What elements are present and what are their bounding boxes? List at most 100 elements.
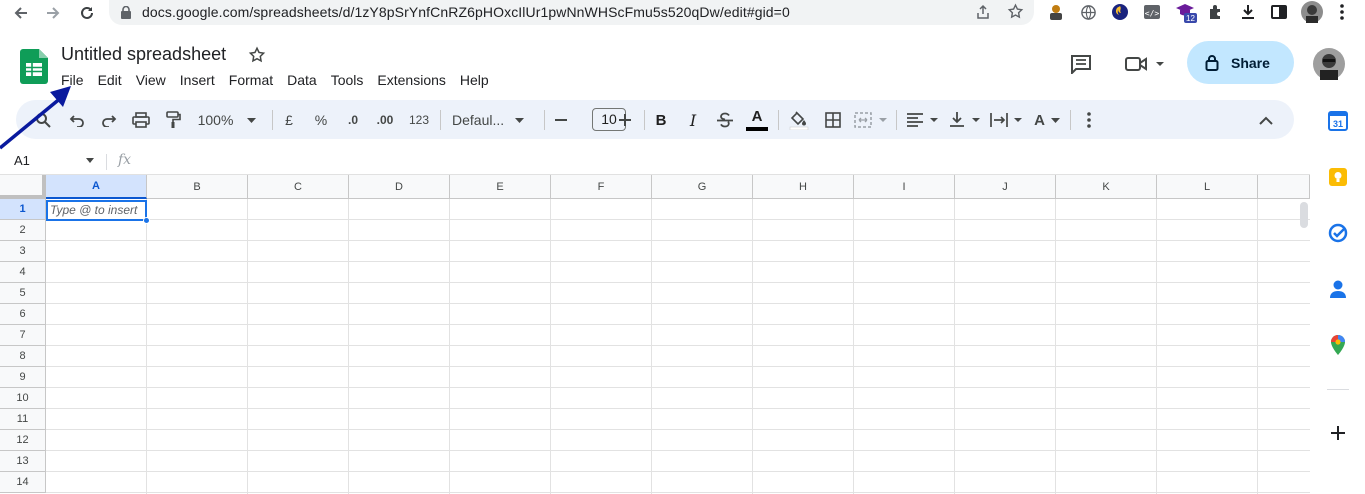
increase-font-size-icon[interactable] [616,109,634,131]
format-currency-button[interactable]: £ [278,109,300,131]
row-header-2[interactable]: 2 [0,220,46,241]
text-wrapping-icon[interactable] [990,109,1024,131]
decrease-font-size-icon[interactable] [552,109,570,131]
menu-view[interactable]: View [129,70,173,92]
row-header-1[interactable]: 1 [0,199,46,220]
forward-icon[interactable] [42,2,64,24]
calendar-icon[interactable]: 31 [1327,110,1349,132]
side-panel-icon[interactable] [1269,2,1289,22]
row-header-8[interactable]: 8 [0,346,46,367]
paint-format-icon[interactable] [162,109,184,131]
account-avatar[interactable] [1313,48,1345,85]
column-header-j[interactable]: J [955,175,1056,199]
keep-icon[interactable] [1327,166,1349,188]
increase-decimal-button[interactable]: .00 [372,109,398,131]
maps-icon[interactable] [1327,334,1349,356]
more-formats-button[interactable]: 123 [406,109,432,131]
column-header-l[interactable]: L [1157,175,1258,199]
font-family-select[interactable]: Defaul... [452,109,532,131]
column-header-h[interactable]: H [753,175,854,199]
reload-icon[interactable] [76,2,98,24]
cell-area[interactable] [46,199,1310,494]
back-icon[interactable] [10,2,32,24]
bold-button[interactable]: B [650,109,672,131]
contacts-icon[interactable] [1327,278,1349,300]
chevron-down-icon[interactable] [86,158,94,163]
column-header-f[interactable]: F [551,175,652,199]
address-bar[interactable]: docs.google.com/spreadsheets/d/1zY8pSrYn… [109,0,1034,25]
column-header-b[interactable]: B [147,175,248,199]
formula-input[interactable] [140,148,1300,174]
graduation-cap-icon[interactable]: 12 [1174,2,1198,23]
puzzle-piece-icon[interactable] [1206,2,1226,22]
row-header-9[interactable]: 9 [0,367,46,388]
menu-format[interactable]: Format [222,70,280,92]
row-header-3[interactable]: 3 [0,241,46,262]
fill-handle[interactable] [143,217,150,224]
profile-avatar[interactable] [1301,1,1323,23]
search-menus-icon[interactable] [32,109,54,131]
format-percent-button[interactable]: % [310,109,332,131]
download-icon[interactable] [1238,2,1258,22]
strikethrough-icon[interactable] [714,109,736,131]
menu-file[interactable]: File [54,70,91,92]
row-header-5[interactable]: 5 [0,283,46,304]
fill-color-icon[interactable] [788,109,810,131]
meet-video-icon[interactable] [1124,55,1166,78]
row-header-7[interactable]: 7 [0,325,46,346]
merge-cells-icon[interactable] [854,109,888,131]
text-color-button[interactable]: A [746,109,768,131]
column-header-d[interactable]: D [349,175,450,199]
menu-data[interactable]: Data [280,70,324,92]
browser-menu-icon[interactable] [1332,2,1352,22]
column-header-e[interactable]: E [450,175,551,199]
share-button[interactable]: Share [1187,41,1294,84]
menu-extensions[interactable]: Extensions [370,70,452,92]
column-header-i[interactable]: I [854,175,955,199]
collapse-toolbar-icon[interactable] [1256,109,1276,131]
tasks-icon[interactable] [1327,222,1349,244]
vertical-scrollbar[interactable] [1300,202,1308,228]
row-header-12[interactable]: 12 [0,430,46,451]
row-header-10[interactable]: 10 [0,388,46,409]
spreadsheet-grid: A B C D E F G H I J K L 1 2 3 4 5 6 7 8 … [0,175,1310,494]
menu-edit[interactable]: Edit [91,70,129,92]
row-header-4[interactable]: 4 [0,262,46,283]
row-header-11[interactable]: 11 [0,409,46,430]
print-icon[interactable] [130,109,152,131]
redo-icon[interactable] [98,109,120,131]
zoom-select[interactable]: 100% [192,109,262,131]
menu-help[interactable]: Help [453,70,496,92]
row-header-14[interactable]: 14 [0,472,46,493]
italic-button[interactable]: I [682,109,704,131]
row-header-6[interactable]: 6 [0,304,46,325]
add-addon-icon[interactable] [1327,422,1349,444]
document-title[interactable]: Untitled spreadsheet [61,44,226,65]
borders-icon[interactable] [822,109,844,131]
column-header-c[interactable]: C [248,175,349,199]
globe-icon[interactable] [1078,2,1098,22]
extension-flame-icon[interactable] [1110,2,1130,22]
row-header-13[interactable]: 13 [0,451,46,472]
name-box[interactable]: A1 [14,153,30,168]
share-page-icon[interactable] [975,4,991,20]
menu-insert[interactable]: Insert [173,70,222,92]
decrease-decimal-button[interactable]: .0 [342,109,364,131]
column-header-a[interactable]: A [46,175,147,199]
bookmark-star-icon[interactable] [1007,3,1024,20]
comments-icon[interactable] [1070,54,1092,79]
select-all-corner[interactable] [0,175,46,199]
extension-person-icon[interactable] [1046,2,1066,22]
sheets-logo-icon[interactable] [20,49,48,89]
column-header-k[interactable]: K [1056,175,1157,199]
code-extension-icon[interactable]: </> [1142,2,1162,22]
more-options-icon[interactable] [1080,109,1098,131]
undo-icon[interactable] [66,109,88,131]
vertical-align-icon[interactable] [948,109,982,131]
star-icon[interactable] [248,46,266,69]
menu-tools[interactable]: Tools [324,70,371,92]
text-rotation-button[interactable]: A [1030,109,1064,131]
column-header-g[interactable]: G [652,175,753,199]
horizontal-align-icon[interactable] [906,109,940,131]
active-cell-a1[interactable]: Type @ to insert [46,200,147,221]
